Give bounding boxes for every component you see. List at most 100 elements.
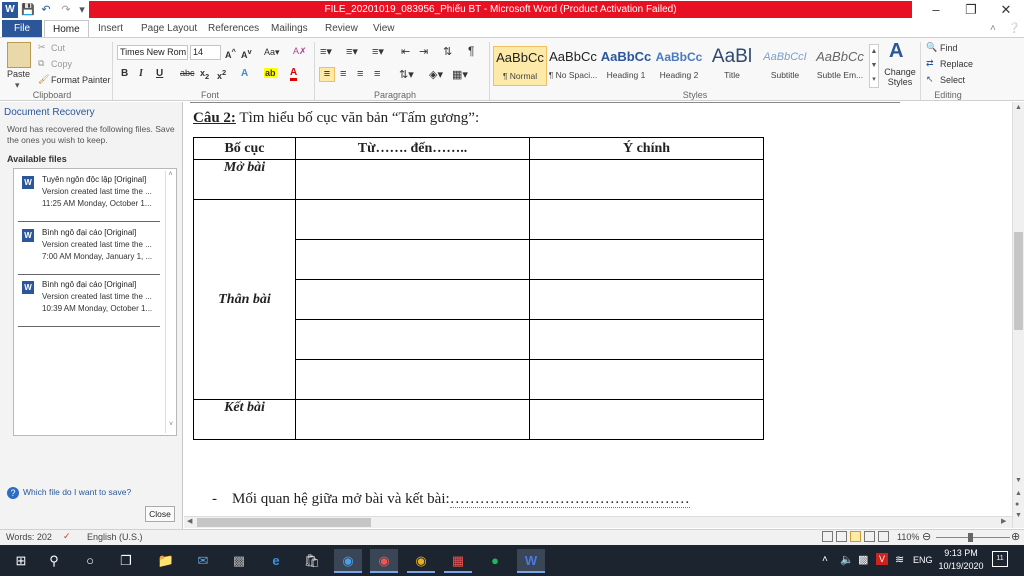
close-window-button[interactable]: ✕ <box>988 0 1024 20</box>
tab-page-layout[interactable]: Page Layout <box>141 20 197 37</box>
numbering-icon[interactable]: ≡▾ <box>346 45 358 58</box>
clock-date[interactable]: 10/19/2020 <box>938 561 984 571</box>
table-cell[interactable] <box>529 239 764 280</box>
undo-icon[interactable]: ↶ <box>38 2 54 18</box>
redo-icon[interactable]: ↷ <box>58 2 74 18</box>
customize-qat-icon[interactable]: ▾ <box>74 2 90 18</box>
table-cell[interactable] <box>295 239 530 280</box>
draft-icon[interactable] <box>878 531 889 542</box>
line-spacing-icon[interactable]: ⇅▾ <box>399 68 414 81</box>
scroll-up-icon[interactable]: ▲ <box>1015 104 1022 111</box>
previous-page-icon[interactable]: ▲ <box>1015 490 1022 497</box>
copy-button[interactable]: Copy <box>51 59 72 69</box>
style-heading-1[interactable]: AaBbCc Heading 1 <box>599 46 653 86</box>
replace-icon[interactable]: ⇄ <box>926 58 934 69</box>
web-layout-icon[interactable] <box>850 531 861 542</box>
text-effects-icon[interactable]: A <box>241 68 248 79</box>
language-status[interactable]: English (U.S.) <box>87 532 143 542</box>
borders-icon[interactable]: ▦▾ <box>452 68 468 81</box>
mail-icon[interactable]: ✉ <box>189 549 217 573</box>
zoom-slider-thumb[interactable] <box>968 533 973 542</box>
select-icon[interactable]: ↖ <box>926 74 934 85</box>
wifi-icon[interactable]: ≋ <box>895 553 904 566</box>
horizontal-scroll-thumb[interactable] <box>197 518 371 527</box>
strikethrough-icon[interactable]: abc <box>180 68 195 78</box>
full-screen-reading-icon[interactable] <box>836 531 847 542</box>
input-language[interactable]: ENG <box>913 555 933 565</box>
decrease-indent-icon[interactable]: ⇤ <box>401 45 410 58</box>
table-cell[interactable] <box>529 399 764 440</box>
table-cell[interactable] <box>529 279 764 320</box>
close-recovery-button[interactable]: Close <box>145 506 175 522</box>
cut-button[interactable]: Cut <box>51 43 65 53</box>
zoom-slider[interactable] <box>936 537 1010 538</box>
minimize-button[interactable]: – <box>918 0 954 20</box>
which-file-help-link[interactable]: Which file do I want to save? <box>23 487 131 497</box>
table-cell[interactable] <box>295 199 530 240</box>
app-grid-icon[interactable]: ▦ <box>444 549 472 573</box>
superscript-icon[interactable]: x2 <box>217 68 226 81</box>
restore-button[interactable]: ❐ <box>953 0 989 20</box>
subscript-icon[interactable]: x2 <box>200 68 209 81</box>
align-center-icon[interactable]: ≡ <box>340 68 346 80</box>
change-styles-button[interactable]: Change Styles <box>883 67 917 87</box>
tab-file[interactable]: File <box>2 20 42 37</box>
shrink-font-icon[interactable]: Av <box>241 47 252 60</box>
bold-icon[interactable]: B <box>121 68 128 79</box>
font-color-icon[interactable]: A <box>290 68 298 81</box>
action-center-icon[interactable]: 11 <box>992 551 1008 567</box>
horizontal-scrollbar[interactable]: ◀ ▶ <box>184 516 1012 528</box>
paste-icon[interactable] <box>7 42 31 68</box>
justify-icon[interactable]: ≡ <box>374 68 380 80</box>
recovered-file[interactable]: W Bình ngô đại cáo [Original] Version cr… <box>18 225 160 275</box>
styles-scroll-icon[interactable]: ▲ ▼ ▾ <box>869 44 879 88</box>
battery-icon[interactable]: ▩ <box>858 553 868 566</box>
edge-icon[interactable]: e <box>262 549 290 573</box>
style-no-spacing[interactable]: AaBbCc ¶ No Spaci... <box>546 46 600 86</box>
store-icon[interactable]: 🛍 <box>298 549 326 573</box>
style-title[interactable]: AaBl Title <box>705 46 759 86</box>
cut-icon[interactable]: ✂ <box>38 42 46 53</box>
next-page-icon[interactable]: ▼ <box>1015 512 1022 519</box>
style-normal[interactable]: AaBbCc ¶ Normal <box>493 46 547 86</box>
table-cell[interactable] <box>529 319 764 360</box>
underline-icon[interactable]: U <box>156 68 163 79</box>
proofing-icon[interactable]: ✓ <box>63 531 71 542</box>
help-icon[interactable]: ❔ <box>1008 20 1020 37</box>
table-cell[interactable] <box>295 359 530 400</box>
zoom-out-icon[interactable]: ⊖ <box>922 530 931 543</box>
antivirus-icon[interactable]: V <box>876 553 888 565</box>
find-icon[interactable]: 🔍 <box>926 42 937 53</box>
chrome-icon[interactable]: ◉ <box>407 549 435 573</box>
word-count[interactable]: Words: 202 <box>6 532 52 542</box>
clear-formatting-icon[interactable]: A✗ <box>293 46 307 57</box>
tab-home[interactable]: Home <box>44 20 89 37</box>
highlight-icon[interactable]: ab <box>264 68 277 78</box>
show-marks-icon[interactable]: ¶ <box>468 44 474 58</box>
recovered-file[interactable]: W Bình ngô đại cáo [Original] Version cr… <box>18 277 160 327</box>
notification-app-icon[interactable]: ◉ <box>370 549 398 573</box>
start-icon[interactable]: ⊞ <box>7 549 35 573</box>
cortana-icon[interactable]: ○ <box>76 549 104 573</box>
recovered-file[interactable]: W Tuyên ngôn độc lập [Original] Version … <box>18 172 160 222</box>
tab-review[interactable]: Review <box>325 20 358 37</box>
grow-font-icon[interactable]: A^ <box>225 47 236 60</box>
table-cell[interactable] <box>295 159 530 200</box>
tab-view[interactable]: View <box>373 20 395 37</box>
spotify-icon[interactable]: ● <box>481 549 509 573</box>
app-icon[interactable]: ▩ <box>225 549 253 573</box>
search-icon[interactable]: ⚲ <box>40 549 68 573</box>
scroll-right-icon[interactable]: ▶ <box>1001 517 1006 525</box>
minimize-ribbon-icon[interactable]: ˄ <box>990 20 996 37</box>
multilevel-list-icon[interactable]: ≡▾ <box>372 45 384 58</box>
file-explorer-icon[interactable]: 📁 <box>152 549 180 573</box>
table-cell[interactable] <box>295 279 530 320</box>
save-icon[interactable]: 💾 <box>20 2 36 18</box>
style-subtle-emphasis[interactable]: AaBbCc Subtle Em... <box>813 46 867 86</box>
word-taskbar-icon[interactable]: W <box>517 549 545 573</box>
table-cell[interactable] <box>529 199 764 240</box>
table-cell[interactable] <box>529 359 764 400</box>
table-cell[interactable] <box>295 399 530 440</box>
browse-object-icon[interactable]: ● <box>1015 501 1019 508</box>
align-left-icon[interactable]: ≡ <box>319 67 335 82</box>
